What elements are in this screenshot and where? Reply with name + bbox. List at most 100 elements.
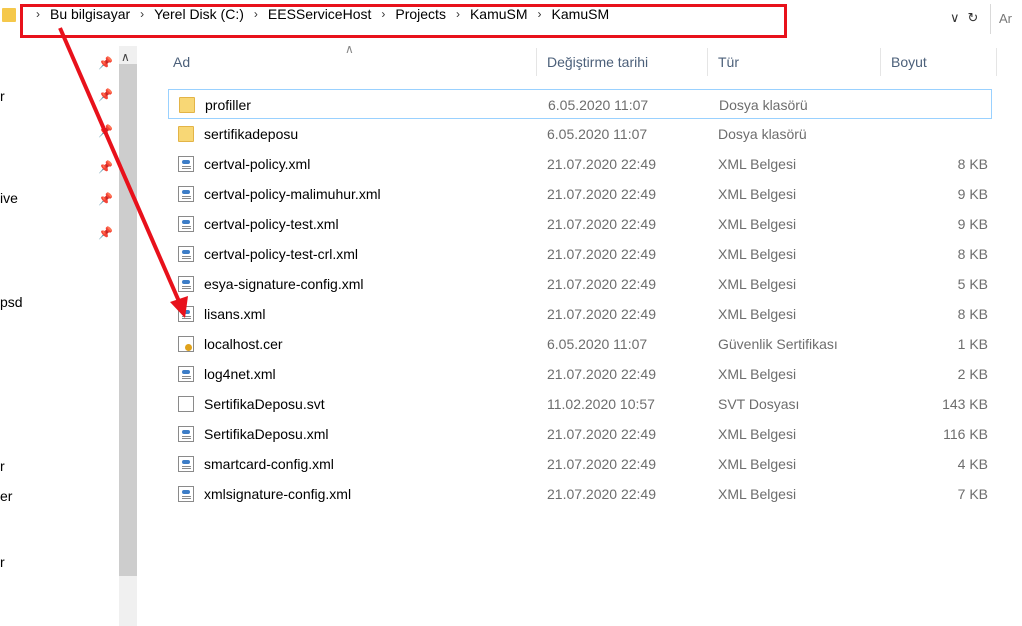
file-type: XML Belgesi — [718, 276, 797, 292]
file-row[interactable]: profiller 6.05.2020 11:07 Dosya klasörü — [168, 89, 992, 119]
file-date: 21.07.2020 22:49 — [547, 186, 656, 202]
file-size: 8 KB — [957, 246, 988, 262]
file-type: SVT Dosyası — [718, 396, 800, 412]
file-size: 5 KB — [957, 276, 988, 292]
chevron-right-icon[interactable]: › — [254, 7, 258, 21]
breadcrumb-item[interactable]: Bu bilgisayar — [50, 6, 130, 22]
file-row[interactable]: SertifikaDeposu.xml 21.07.2020 22:49 XML B… — [168, 419, 992, 449]
address-bar: › Bu bilgisayar › Yerel Disk (C:) › EESS… — [0, 0, 1022, 38]
file-name: xmlsignature-config.xml — [204, 486, 352, 502]
file-name: smartcard-config.xml — [204, 456, 334, 472]
file-date: 21.07.2020 22:49 — [547, 426, 656, 442]
file-size: 8 KB — [957, 156, 988, 172]
file-date: 21.07.2020 22:49 — [547, 276, 656, 292]
chevron-right-icon[interactable]: › — [456, 7, 460, 21]
nav-item[interactable]: r — [0, 88, 5, 104]
nav-item[interactable]: psd — [0, 294, 23, 310]
chevron-right-icon[interactable]: › — [140, 7, 144, 21]
file-name: sertifikadeposu — [204, 126, 299, 142]
nav-item[interactable]: r — [0, 554, 5, 570]
file-name: SertifikaDeposu.xml — [204, 426, 329, 442]
scroll-up-icon[interactable]: ∧ — [121, 50, 130, 64]
file-row[interactable]: esya-signature-config.xml 21.07.2020 22:4… — [168, 269, 992, 299]
breadcrumb-item[interactable]: EESServiceHost — [268, 6, 371, 22]
pin-icon[interactable]: 📌 — [98, 160, 113, 174]
file-date: 6.05.2020 11:07 — [547, 126, 648, 142]
column-divider[interactable] — [536, 48, 537, 76]
breadcrumb-item[interactable]: KamuSM — [552, 6, 610, 22]
certificate-icon — [178, 336, 194, 352]
folder-icon — [179, 97, 195, 113]
file-size: 9 KB — [957, 216, 988, 232]
xml-file-icon — [178, 366, 194, 382]
pin-icon[interactable]: 📌 — [98, 226, 113, 240]
column-header-date[interactable]: Değiştirme tarihi — [547, 54, 648, 70]
file-row[interactable]: smartcard-config.xml 21.07.2020 22:49 XML … — [168, 449, 992, 479]
breadcrumb-item[interactable]: Projects — [395, 6, 446, 22]
xml-file-icon — [178, 216, 194, 232]
breadcrumb-item[interactable]: Yerel Disk (C:) — [154, 6, 244, 22]
file-date: 6.05.2020 11:07 — [547, 336, 648, 352]
file-date: 21.07.2020 22:49 — [547, 456, 656, 472]
file-name: esya-signature-config.xml — [204, 276, 364, 292]
file-type: XML Belgesi — [718, 486, 797, 502]
file-size: 1 KB — [957, 336, 988, 352]
xml-file-icon — [178, 246, 194, 262]
file-name: SertifikaDeposu.svt — [204, 396, 325, 412]
xml-file-icon — [178, 486, 194, 502]
xml-file-icon — [178, 276, 194, 292]
file-date: 21.07.2020 22:49 — [547, 216, 656, 232]
address-controls: ∨ ↻ — [950, 10, 978, 26]
file-row[interactable]: localhost.cer 6.05.2020 11:07 Güvenlik Ser… — [168, 329, 992, 359]
folder-icon — [2, 8, 16, 22]
column-divider[interactable] — [996, 48, 997, 76]
nav-item[interactable]: r — [0, 458, 5, 474]
file-type: XML Belgesi — [718, 306, 797, 322]
file-date: 21.07.2020 22:49 — [547, 156, 656, 172]
column-header-type[interactable]: Tür — [718, 54, 739, 70]
file-size: 116 KB — [943, 426, 988, 442]
file-size: 8 KB — [957, 306, 988, 322]
file-row[interactable]: certval-policy-test-crl.xml 21.07.2020 22… — [168, 239, 992, 269]
breadcrumb-item[interactable]: KamuSM — [470, 6, 528, 22]
column-header-row: ∧ Ad Değiştirme tarihi Tür Boyut — [160, 42, 1020, 76]
column-header-size[interactable]: Boyut — [891, 54, 927, 70]
pin-icon[interactable]: 📌 — [98, 88, 113, 102]
breadcrumb: › Bu bilgisayar › Yerel Disk (C:) › EESS… — [36, 6, 609, 22]
nav-item[interactable]: er — [0, 488, 12, 504]
chevron-right-icon[interactable]: › — [381, 7, 385, 21]
file-date: 21.07.2020 22:49 — [547, 486, 656, 502]
file-size: 9 KB — [957, 186, 988, 202]
file-date: 11.02.2020 10:57 — [547, 396, 655, 412]
column-divider[interactable] — [707, 48, 708, 76]
file-row[interactable]: sertifikadeposu 6.05.2020 11:07 Dosya klas… — [168, 119, 992, 149]
file-row[interactable]: lisans.xml 21.07.2020 22:49 XML Belgesi 8 K… — [168, 299, 992, 329]
file-row[interactable]: certval-policy-malimuhur.xml 21.07.2020 2… — [168, 179, 992, 209]
file-row[interactable]: xmlsignature-config.xml 21.07.2020 22:49 X… — [168, 479, 992, 509]
nav-item[interactable]: ive — [0, 190, 18, 206]
xml-file-icon — [178, 426, 194, 442]
file-type: XML Belgesi — [718, 186, 797, 202]
file-row[interactable]: certval-policy-test.xml 21.07.2020 22:49 X… — [168, 209, 992, 239]
file-type: XML Belgesi — [718, 426, 797, 442]
file-row[interactable]: SertifikaDeposu.svt 11.02.2020 10:57 SVT D… — [168, 389, 992, 419]
pin-icon[interactable]: 📌 — [98, 124, 113, 138]
pin-icon[interactable]: 📌 — [98, 56, 113, 70]
pin-icon[interactable]: 📌 — [98, 192, 113, 206]
file-name: certval-policy.xml — [204, 156, 311, 172]
column-header-name[interactable]: Ad — [173, 54, 190, 70]
file-row[interactable]: log4net.xml 21.07.2020 22:49 XML Belgesi 2 … — [168, 359, 992, 389]
chevron-down-icon[interactable]: ∨ — [950, 10, 960, 26]
nav-scrollbar-thumb[interactable] — [119, 64, 137, 576]
xml-file-icon — [178, 456, 194, 472]
file-type: XML Belgesi — [718, 246, 797, 262]
chevron-right-icon[interactable]: › — [538, 7, 542, 21]
refresh-icon[interactable]: ↻ — [968, 10, 979, 26]
folder-icon — [178, 126, 194, 142]
file-size: 4 KB — [957, 456, 988, 472]
column-divider[interactable] — [880, 48, 881, 76]
search-input[interactable]: Ar — [990, 4, 1022, 34]
file-size: 143 KB — [942, 396, 988, 412]
file-type: Güvenlik Sertifikası — [718, 336, 838, 352]
file-row[interactable]: certval-policy.xml 21.07.2020 22:49 XML Be… — [168, 149, 992, 179]
